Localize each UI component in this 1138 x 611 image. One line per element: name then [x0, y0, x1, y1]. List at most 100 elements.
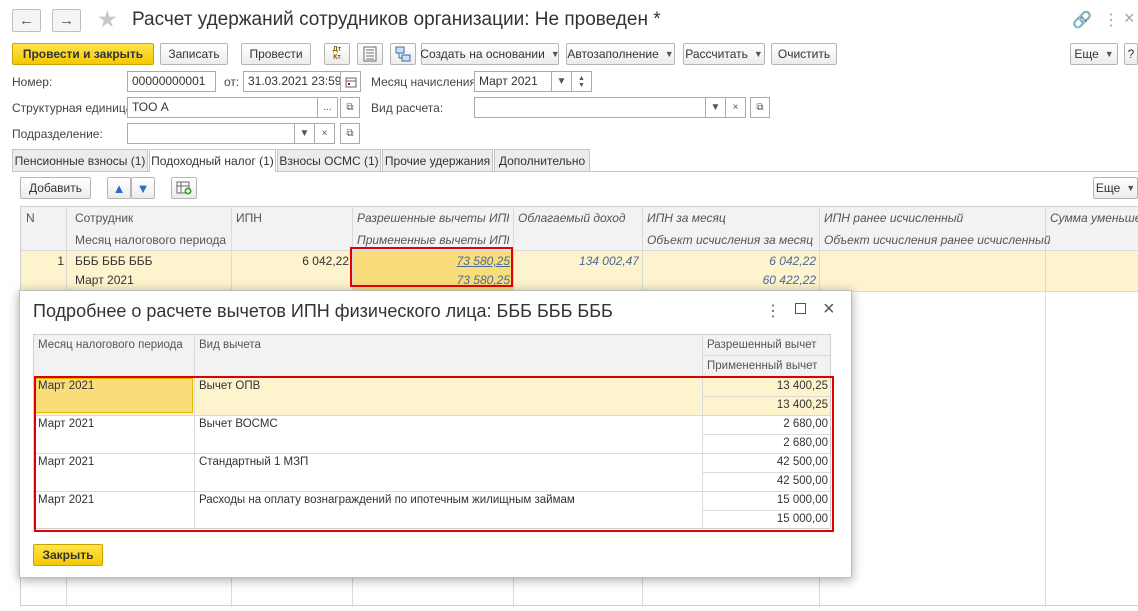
col-header-ipn-month[interactable]: ИПН за месяц	[647, 211, 726, 225]
tab-more-button[interactable]: Еще ▼	[1093, 177, 1138, 199]
post-and-close-button[interactable]: Провести и закрыть	[12, 43, 154, 65]
col-header-calc-object-prev[interactable]: Объект исчисления ранее исчисленный	[824, 233, 1051, 247]
create-based-on-button[interactable]: Создать на основании ▼	[420, 43, 560, 65]
dept-dropdown-button[interactable]: ▼	[295, 123, 315, 144]
structure-button[interactable]	[390, 43, 416, 65]
row-calc-object-month[interactable]: 60 422,22	[645, 273, 816, 287]
row-tax-month[interactable]: Март 2021	[75, 273, 134, 287]
list-item-applied[interactable]: 42 500,00	[706, 475, 828, 487]
list-item-type[interactable]: Стандартный 1 МЗП	[199, 456, 308, 468]
col-header-n[interactable]: N	[26, 211, 35, 225]
col-header-applied-deductions[interactable]: Примененные вычеты ИПН	[357, 233, 509, 247]
col-header-ipn-prev[interactable]: ИПН ранее исчисленный	[824, 211, 963, 225]
tab-pension[interactable]: Пенсионные взносы (1)	[12, 149, 148, 171]
col-header-taxable-income[interactable]: Облагаемый доход	[518, 211, 626, 225]
forward-button[interactable]: →	[52, 9, 81, 32]
dropdown-caret-icon: ▼	[664, 49, 674, 59]
col-header-ipn[interactable]: ИПН	[236, 211, 262, 225]
dialog-col-header-applied[interactable]: Примененный вычет	[707, 360, 817, 372]
list-item-type[interactable]: Вычет ВОСМС	[199, 418, 278, 430]
calendar-button[interactable]	[341, 71, 361, 92]
more-label: Еще	[1074, 47, 1099, 61]
report-button[interactable]	[357, 43, 383, 65]
open-icon: ⧉	[756, 102, 764, 113]
tab-osms[interactable]: Взносы ОСМС (1)	[277, 149, 381, 171]
autofill-button[interactable]: Автозаполнение ▼	[566, 43, 675, 65]
list-item-type[interactable]: Вычет ОПВ	[199, 380, 260, 392]
chevron-down-icon: ▼	[299, 128, 310, 139]
row-applied-deductions[interactable]: 73 580,25	[355, 273, 510, 287]
link-icon[interactable]: 🔗	[1072, 10, 1092, 30]
row-allowed-deductions[interactable]: 73 580,25	[355, 254, 510, 268]
deduction-details-grid: Месяц налогового периода Вид вычета Разр…	[33, 334, 831, 529]
calc-type-field[interactable]	[474, 97, 706, 118]
list-item-allowed[interactable]: 15 000,00	[706, 494, 828, 506]
row-ipn-month[interactable]: 6 042,22	[645, 254, 816, 268]
dept-field[interactable]	[127, 123, 295, 144]
col-header-reduce-sum[interactable]: Сумма уменьшени	[1050, 211, 1138, 225]
month-stepper[interactable]: ▲ ▼	[572, 71, 592, 92]
unit-label: Структурная единица:	[12, 101, 136, 115]
unit-field[interactable]: ТОО А	[127, 97, 318, 118]
row-taxable-income[interactable]: 134 002,47	[516, 254, 639, 268]
list-item-applied[interactable]: 13 400,25	[706, 399, 828, 411]
month-dropdown-button[interactable]: ▼	[552, 71, 572, 92]
col-header-allowed-deductions[interactable]: Разрешенные вычеты ИПН	[357, 211, 509, 225]
unit-open-button[interactable]: ⧉	[340, 97, 360, 118]
dialog-close-icon[interactable]: ×	[823, 298, 835, 321]
dialog-menu-icon[interactable]: ⋮	[765, 301, 781, 321]
list-item-applied[interactable]: 15 000,00	[706, 513, 828, 525]
calc-type-label: Вид расчета:	[371, 101, 444, 115]
tab-income-tax[interactable]: Подоходный налог (1)	[149, 149, 276, 172]
dept-open-button[interactable]: ⧉	[340, 123, 360, 144]
list-item-month[interactable]: Март 2021	[38, 418, 94, 430]
tab-other-deductions[interactable]: Прочие удержания	[382, 149, 493, 171]
move-up-button[interactable]: ▲	[107, 177, 131, 199]
post-button[interactable]: Провести	[241, 43, 311, 65]
dt-kt-button[interactable]: Дт Кт	[324, 43, 350, 65]
dialog-row-split	[702, 510, 830, 511]
clear-button[interactable]: Очистить	[771, 43, 837, 65]
list-item-allowed[interactable]: 42 500,00	[706, 456, 828, 468]
list-item-type[interactable]: Расходы на оплату вознаграждений по ипот…	[199, 494, 575, 506]
dialog-col-header-allowed[interactable]: Разрешенный вычет	[707, 339, 816, 351]
unit-select-button[interactable]: ...	[318, 97, 338, 118]
list-item-month[interactable]: Март 2021	[38, 380, 94, 392]
maximize-icon[interactable]	[795, 303, 806, 314]
row-employee[interactable]: БББ БББ БББ	[75, 254, 153, 268]
list-item-allowed[interactable]: 2 680,00	[706, 418, 828, 430]
row-ipn[interactable]: 6 042,22	[234, 254, 349, 268]
calculate-button[interactable]: Рассчитать ▼	[683, 43, 765, 65]
calc-type-dropdown-button[interactable]: ▼	[706, 97, 726, 118]
calc-type-open-button[interactable]: ⧉	[750, 97, 770, 118]
calc-type-clear-button[interactable]: ×	[726, 97, 746, 118]
close-button[interactable]: Закрыть	[33, 544, 103, 566]
add-button[interactable]: Добавить	[20, 177, 91, 199]
menu-dots-icon[interactable]: ⋮	[1103, 10, 1119, 30]
date-field[interactable]: 31.03.2021 23:59:5	[243, 71, 341, 92]
create-based-on-label: Создать на основании	[420, 47, 545, 61]
list-item-month[interactable]: Март 2021	[38, 494, 94, 506]
dialog-col-header-type[interactable]: Вид вычета	[199, 339, 261, 351]
help-button[interactable]: ?	[1124, 43, 1138, 65]
dialog-col-header-month[interactable]: Месяц налогового периода	[38, 339, 183, 351]
tab-additional[interactable]: Дополнительно	[494, 149, 590, 171]
move-down-button[interactable]: ▼	[131, 177, 155, 199]
favorite-star-icon[interactable]: ★	[97, 6, 118, 33]
list-item-allowed[interactable]: 13 400,25	[706, 380, 828, 392]
dept-label: Подразделение:	[12, 127, 103, 141]
month-field[interactable]: Март 2021	[474, 71, 552, 92]
col-header-calc-object-month[interactable]: Объект исчисления за месяц	[647, 233, 813, 247]
dept-clear-button[interactable]: ×	[315, 123, 335, 144]
number-field[interactable]: 00000000001	[127, 71, 216, 92]
fill-table-button[interactable]	[171, 177, 197, 199]
list-item-month[interactable]: Март 2021	[38, 456, 94, 468]
list-item-applied[interactable]: 2 680,00	[706, 437, 828, 449]
col-header-employee[interactable]: Сотрудник	[75, 211, 133, 225]
back-button[interactable]: ←	[12, 9, 41, 32]
col-header-tax-month[interactable]: Месяц налогового периода	[75, 233, 226, 247]
dialog-row-divider	[34, 491, 830, 492]
save-button[interactable]: Записать	[160, 43, 228, 65]
more-button[interactable]: Еще ▼	[1070, 43, 1118, 65]
close-window-icon[interactable]: ×	[1124, 8, 1135, 29]
